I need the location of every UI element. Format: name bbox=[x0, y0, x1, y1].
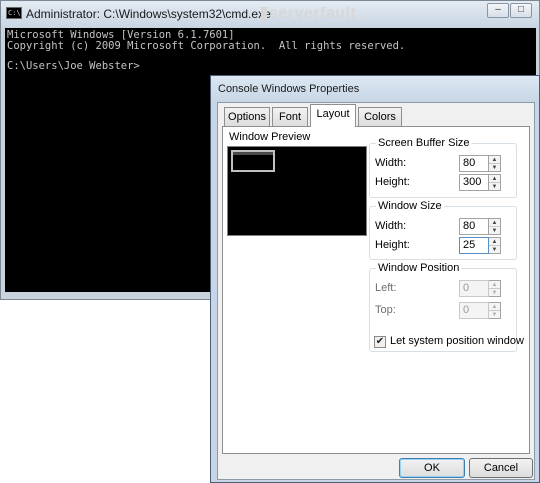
spin-down-icon[interactable]: ▼ bbox=[489, 311, 500, 319]
buffer-height-label: Height: bbox=[375, 176, 410, 188]
let-system-position-label[interactable]: Let system position window bbox=[390, 335, 524, 347]
cmd-window-title: Administrator: C:\Windows\system32\cmd.e… bbox=[26, 7, 271, 21]
window-width-input[interactable]: 80 bbox=[459, 218, 489, 235]
console-line: Copyright (c) 2009 Microsoft Corporation… bbox=[7, 40, 406, 52]
spin-up-icon[interactable]: ▲ bbox=[489, 238, 500, 246]
window-height-label: Height: bbox=[375, 239, 410, 251]
tab-options[interactable]: Options bbox=[224, 107, 270, 127]
watermark-text: serverfault bbox=[269, 5, 357, 22]
window-preview-thumbnail-bar bbox=[233, 152, 273, 155]
window-width-spinner[interactable]: ▲ ▼ bbox=[489, 218, 501, 235]
tab-font[interactable]: Font bbox=[272, 107, 308, 127]
window-preview bbox=[227, 146, 367, 236]
spin-up-icon[interactable]: ▲ bbox=[489, 156, 500, 164]
position-top-label: Top: bbox=[375, 304, 396, 316]
let-system-position-checkbox[interactable]: ✔ bbox=[374, 336, 386, 348]
maximize-button[interactable]: □ bbox=[510, 3, 532, 18]
spin-up-icon[interactable]: ▲ bbox=[489, 303, 500, 311]
window-size-label: Window Size bbox=[376, 200, 444, 212]
buffer-height-spinner[interactable]: ▲ ▼ bbox=[489, 174, 501, 191]
spin-up-icon[interactable]: ▲ bbox=[489, 175, 500, 183]
window-position-label: Window Position bbox=[376, 262, 462, 274]
cmd-titlebar[interactable]: C:\ Administrator: C:\Windows\system32\c… bbox=[1, 1, 539, 27]
spin-down-icon[interactable]: ▼ bbox=[489, 183, 500, 191]
window-preview-thumbnail bbox=[231, 150, 275, 172]
window-width-label: Width: bbox=[375, 220, 407, 232]
position-top-input[interactable]: 0 bbox=[459, 302, 489, 319]
position-top-spinner[interactable]: ▲ ▼ bbox=[489, 302, 501, 319]
spin-down-icon[interactable]: ▼ bbox=[489, 246, 500, 254]
tab-colors[interactable]: Colors bbox=[358, 107, 402, 127]
properties-dialog: Console Windows Properties Options Font … bbox=[210, 75, 540, 483]
watermark-logo-mark bbox=[261, 7, 267, 21]
buffer-height-input[interactable]: 300 bbox=[459, 174, 489, 191]
window-height-spinner[interactable]: ▲ ▼ bbox=[489, 237, 501, 254]
spin-down-icon[interactable]: ▼ bbox=[489, 289, 500, 297]
dialog-title: Console Windows Properties bbox=[218, 83, 360, 95]
spin-down-icon[interactable]: ▼ bbox=[489, 164, 500, 172]
buffer-width-input[interactable]: 80 bbox=[459, 155, 489, 172]
position-left-label: Left: bbox=[375, 282, 397, 294]
window-preview-label: Window Preview bbox=[229, 131, 311, 143]
position-left-input[interactable]: 0 bbox=[459, 280, 489, 297]
ok-button[interactable]: OK bbox=[399, 458, 465, 478]
minimize-button[interactable]: – bbox=[487, 3, 509, 18]
tab-layout[interactable]: Layout bbox=[310, 104, 356, 127]
buffer-width-label: Width: bbox=[375, 157, 407, 169]
layout-tab-panel: Window Preview Screen Buffer Size Width:… bbox=[222, 126, 530, 454]
window-height-input[interactable]: 25 bbox=[459, 237, 489, 254]
spin-down-icon[interactable]: ▼ bbox=[489, 227, 500, 235]
spin-up-icon[interactable]: ▲ bbox=[489, 219, 500, 227]
cmd-app-icon[interactable]: C:\ bbox=[6, 7, 22, 19]
position-left-spinner[interactable]: ▲ ▼ bbox=[489, 280, 501, 297]
screen-buffer-label: Screen Buffer Size bbox=[376, 137, 472, 149]
buffer-width-spinner[interactable]: ▲ ▼ bbox=[489, 155, 501, 172]
dialog-titlebar[interactable]: Console Windows Properties bbox=[211, 76, 539, 102]
spin-up-icon[interactable]: ▲ bbox=[489, 281, 500, 289]
cancel-button[interactable]: Cancel bbox=[469, 458, 533, 478]
dialog-body: Options Font Layout Colors Window Previe… bbox=[217, 102, 535, 480]
console-prompt: C:\Users\Joe Webster> bbox=[7, 60, 140, 72]
